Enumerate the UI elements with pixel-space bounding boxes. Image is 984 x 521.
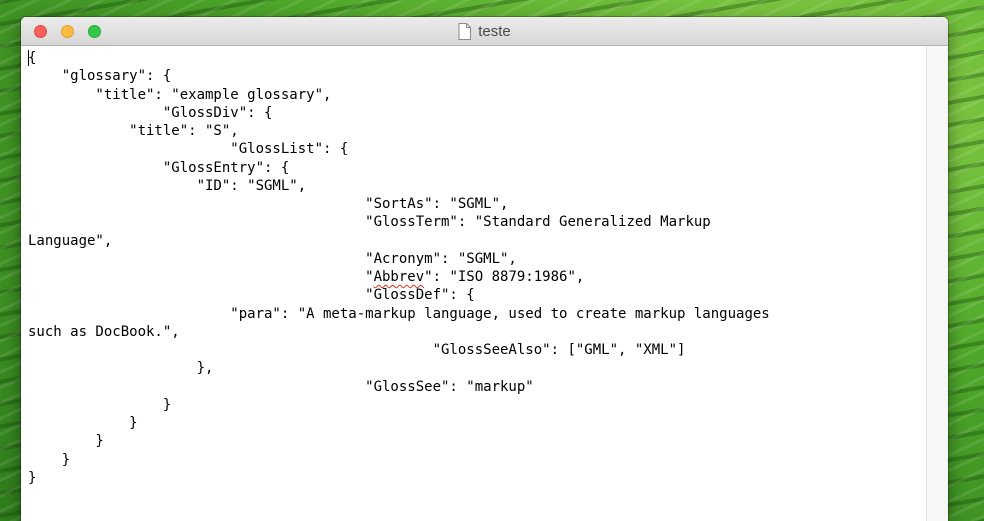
code-line: "GlossSee": "markup" xyxy=(28,378,534,395)
code-line: "Acronym": "SGML", xyxy=(28,250,517,267)
code-line: "GlossDiv": { xyxy=(28,104,273,121)
text-editor-window: teste { "glossary": { "title": "example … xyxy=(21,17,948,521)
code-line: "title": "S", xyxy=(28,123,239,139)
code-line: Language", xyxy=(28,232,113,249)
code-line: "para": "A meta-markup language, used to… xyxy=(28,305,770,322)
code-line: } xyxy=(28,433,104,450)
document-text[interactable]: { "glossary": { "title": "example glossa… xyxy=(28,49,923,487)
code-line: "title": "example glossary", xyxy=(28,86,332,103)
code-line: "Abbrev": "ISO 8879:1986", xyxy=(28,269,585,285)
code-line: } xyxy=(28,451,71,468)
code-line: "SortAs": "SGML", xyxy=(28,196,509,212)
code-line: "GlossTerm": "Standard Generalized Marku… xyxy=(28,214,711,231)
window-titlebar[interactable]: teste xyxy=(21,17,948,46)
code-line: "GlossSeeAlso": ["GML", "XML"] xyxy=(28,342,686,358)
code-line: } xyxy=(28,396,172,413)
vertical-scrollbar[interactable] xyxy=(926,46,948,521)
code-line: } xyxy=(28,415,138,431)
code-line: "ID": "SGML", xyxy=(28,177,307,194)
code-line: "GlossEntry": { xyxy=(28,159,290,176)
document-text-area[interactable]: { "glossary": { "title": "example glossa… xyxy=(21,46,927,521)
window-title-group: teste xyxy=(21,17,948,45)
misspelled-word[interactable]: Abbrev xyxy=(374,269,425,285)
code-line: } xyxy=(28,469,37,486)
code-line: such as DocBook.", xyxy=(28,323,180,340)
desktop-background: teste { "glossary": { "title": "example … xyxy=(0,0,984,521)
document-icon xyxy=(458,22,472,40)
code-line: "glossary": { xyxy=(28,68,172,85)
code-line: }, xyxy=(28,360,214,377)
window-title: teste xyxy=(478,22,511,40)
code-line: "GlossDef": { xyxy=(28,287,475,304)
code-line: { xyxy=(28,50,37,66)
code-line: "GlossList": { xyxy=(28,141,349,158)
